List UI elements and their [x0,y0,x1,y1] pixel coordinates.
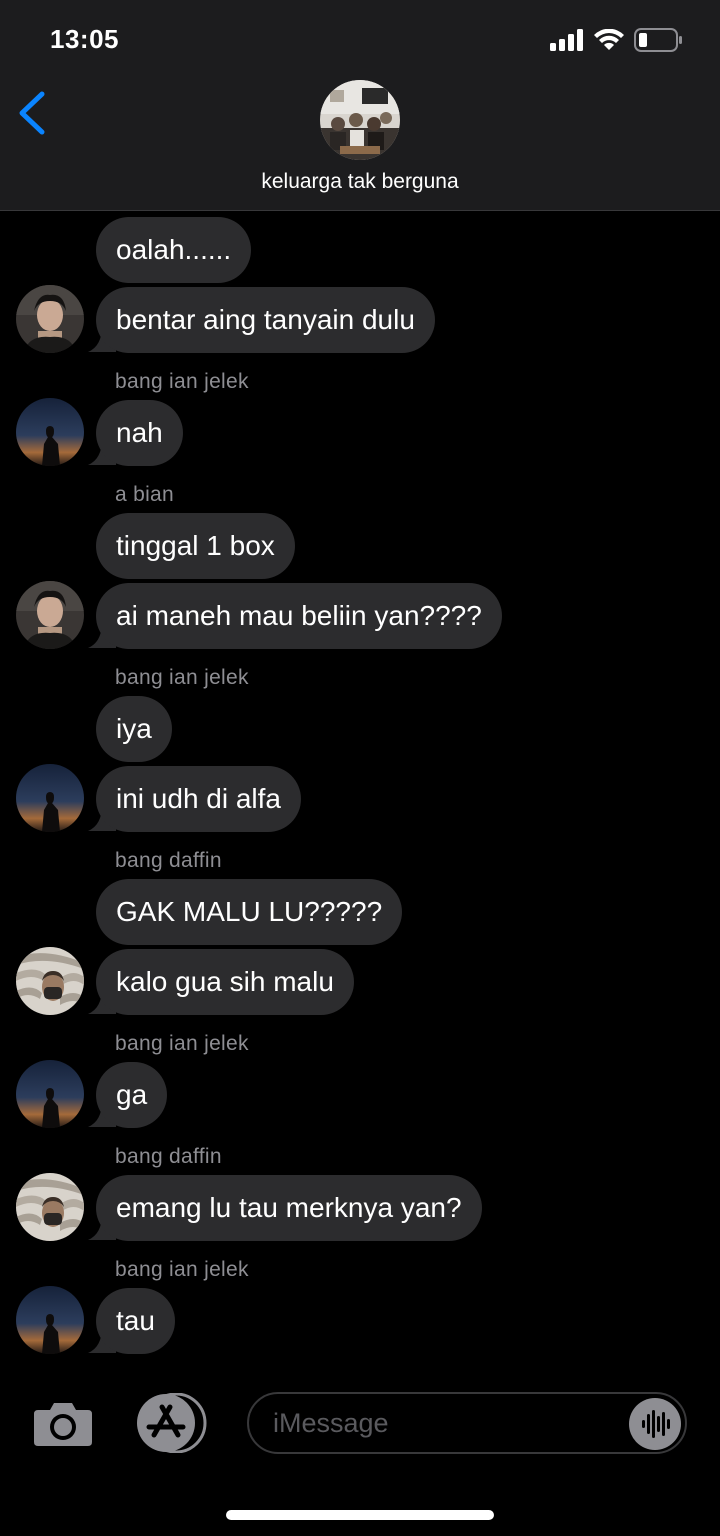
message-text: tau [116,1305,155,1336]
message-text: iya [116,713,152,744]
message-text: kalo gua sih malu [116,966,334,997]
message-bubble[interactable]: oalah...... [96,217,252,283]
message-text: ini udh di alfa [116,783,282,814]
sender-name: bang ian jelek [115,666,249,689]
message-text: emang lu tau merknya yan? [116,1192,462,1223]
wifi-icon [594,29,624,50]
imessage-input[interactable]: iMessage [247,1392,687,1454]
avatar[interactable] [16,1286,84,1354]
app-store-icon[interactable] [134,1393,208,1453]
avatar[interactable] [16,1173,84,1241]
avatar[interactable] [16,581,84,649]
avatar[interactable] [16,764,84,832]
signal-icon [550,29,583,51]
message-text: tinggal 1 box [116,530,275,561]
message-text: GAK MALU LU????? [116,896,383,927]
message-bubble[interactable]: GAK MALU LU????? [96,879,403,945]
sender-name: bang ian jelek [115,1258,249,1281]
message-text: oalah...... [116,234,232,265]
compose-bar: iMessage [0,1370,720,1480]
message-text: ai maneh mau beliin yan???? [116,600,482,631]
message-text: nah [116,417,163,448]
message-bubble[interactable]: ga [96,1062,168,1128]
message-bubble[interactable]: tinggal 1 box [96,513,295,579]
message-bubble[interactable]: emang lu tau merknya yan? [96,1175,482,1241]
avatar[interactable] [16,398,84,466]
message-bubble[interactable]: kalo gua sih malu [96,949,354,1015]
message-bubble[interactable]: tau [96,1288,175,1354]
sender-name: a bian [115,483,175,506]
sender-name: bang ian jelek [115,1032,249,1055]
avatar[interactable] [16,285,84,353]
sender-name: bang daffin [115,1145,222,1168]
camera-icon[interactable] [32,1400,94,1448]
avatar[interactable] [16,1060,84,1128]
battery-icon [634,28,682,52]
group-name[interactable]: keluarga tak berguna [0,170,720,194]
message-bubble[interactable]: bentar aing tanyain dulu [96,287,435,353]
message-bubble[interactable]: ini udh di alfa [96,766,302,832]
imessage-placeholder: iMessage [273,1408,389,1438]
group-avatar[interactable] [320,80,400,160]
message-bubble[interactable]: nah [96,400,183,466]
status-time: 13:05 [50,24,119,54]
sender-name: bang ian jelek [115,370,249,393]
message-text: ga [116,1079,148,1110]
message-text: bentar aing tanyain dulu [116,304,415,335]
conversation-header: 13:05 keluarga tak berguna [0,0,720,211]
home-indicator[interactable] [226,1510,494,1520]
status-indicators [550,28,684,52]
back-chevron-icon[interactable] [14,88,50,138]
message-bubble[interactable]: ai maneh mau beliin yan???? [96,583,502,649]
sender-name: bang daffin [115,849,222,872]
avatar[interactable] [16,947,84,1015]
message-bubble[interactable]: iya [96,696,172,762]
audio-waveform-icon[interactable] [629,1398,681,1450]
